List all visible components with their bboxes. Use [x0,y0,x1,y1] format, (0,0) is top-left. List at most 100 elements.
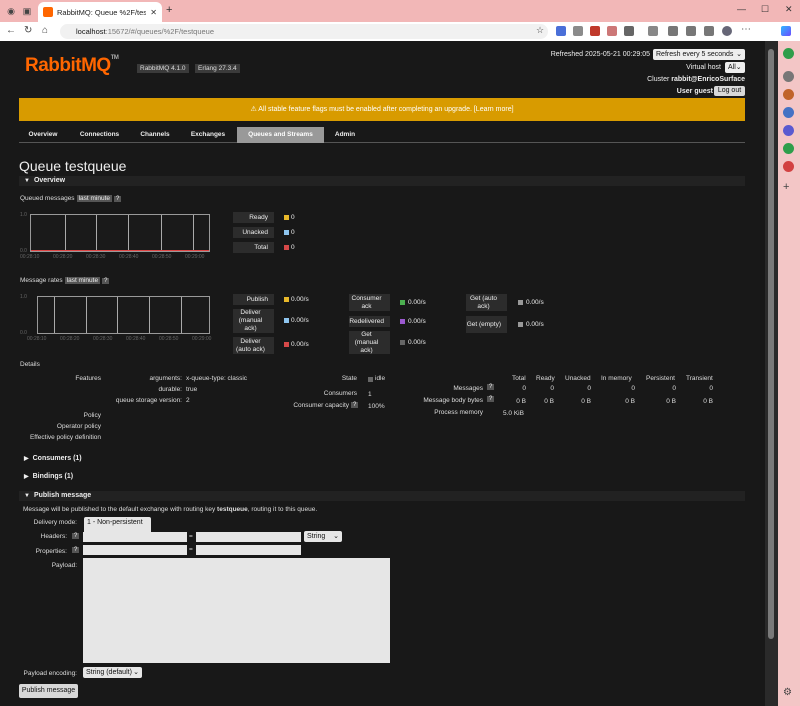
tab-exchanges[interactable]: Exchanges [183,127,233,143]
bytes-persistent: 0 B [666,398,676,405]
extension-icon[interactable] [573,26,583,36]
header-type-value: String [307,533,326,540]
legend-value-get-auto: 0.00/s [526,299,544,306]
legend-get-manual-ack[interactable]: Get (manual ack) [349,331,390,354]
rates-period-badge[interactable]: last minute [64,277,101,284]
capacity-help-button[interactable]: ? [351,402,359,408]
queued-period-badge[interactable]: last minute [76,195,112,202]
browser-toolbar: ← ↻ ⌂ localhost:15672/#/queues/%2F/testq… [0,22,800,41]
queued-help-button[interactable]: ? [114,196,122,202]
profile-icon[interactable]: ◉ [5,5,17,17]
back-icon[interactable]: ← [6,25,16,36]
browser-sidebar: + ⚙ [778,41,800,706]
games-icon[interactable] [783,125,794,136]
header-type-select[interactable]: String ⌄ [304,531,342,542]
avatar[interactable] [722,26,732,36]
minimize-icon[interactable]: — [737,4,746,14]
properties-help-button[interactable]: ? [72,547,80,553]
user-info: User guest [677,88,713,95]
settings-gear-icon[interactable]: ⚙ [783,687,792,698]
extension-icon[interactable] [556,26,566,36]
legend-ready[interactable]: Ready [233,212,274,223]
vhost-select[interactable]: All⌄ [725,62,745,73]
header-key-input[interactable] [83,532,187,542]
add-app-icon[interactable]: + [783,181,789,193]
home-icon[interactable]: ⌂ [42,25,48,36]
legend-unacked[interactable]: Unacked [233,227,274,238]
rabbitmq-favicon-icon [43,7,53,17]
tab-admin[interactable]: Admin [327,127,363,143]
refresh-interval-select[interactable]: Refresh every 5 seconds ⌄ [653,49,745,60]
rabbitmq-logo[interactable]: RabbitMQTM [25,55,119,77]
copilot-icon[interactable] [781,26,791,36]
legend-swatch [518,300,523,305]
legend-swatch [518,322,523,327]
spotify-icon[interactable] [783,143,794,154]
maximize-icon[interactable]: ☐ [761,4,769,15]
scrollbar-thumb[interactable] [768,49,774,639]
messages-label: Messages [453,385,483,392]
queued-messages-chart [30,214,210,252]
legend-publish[interactable]: Publish [233,294,274,305]
tools-icon[interactable] [783,107,794,118]
publish-description: Message will be published to the default… [23,506,317,513]
headers-help-button[interactable]: ? [72,533,80,539]
bytes-help-button[interactable]: ? [487,396,495,402]
legend-value-publish: 0.00/s [291,296,309,303]
address-bar[interactable]: localhost:15672/#/queues/%2F/testqueue [60,24,548,39]
search-icon[interactable] [783,71,794,82]
overview-section-header[interactable]: ▼ Overview [19,176,745,186]
publish-desc-post: , routing it to this queue. [247,506,318,513]
legend-redelivered[interactable]: Redelivered [349,316,390,327]
publish-desc-pre: Message will be published to the default… [23,506,218,513]
legend-consumer-ack[interactable]: Consumer ack [349,294,390,311]
app-icon[interactable] [783,161,794,172]
favorite-star-icon[interactable]: ☆ [536,25,544,36]
messages-help-button[interactable]: ? [487,384,495,390]
split-screen-icon[interactable] [648,26,658,36]
publish-message-button[interactable]: Publish message [19,684,78,698]
x-tick-label: 00:28:40 [119,254,139,260]
workspaces-icon[interactable]: ▣ [21,5,33,17]
new-tab-icon[interactable]: + [166,4,172,16]
whatsapp-icon[interactable] [783,48,794,59]
legend-get-empty[interactable]: Get (empty) [466,316,507,333]
header-value-input[interactable] [196,532,301,542]
tab-overview[interactable]: Overview [19,127,67,143]
legend-deliver-manual-ack[interactable]: Deliver (manual ack) [233,309,274,333]
shopping-icon[interactable] [783,89,794,100]
property-key-input[interactable] [83,545,187,555]
legend-get-auto-ack[interactable]: Get (auto ack) [466,294,507,311]
extension-icon[interactable] [624,26,634,36]
collections-icon[interactable] [686,26,696,36]
publish-section-header[interactable]: ▼ Publish message [19,491,745,501]
tab-queues-and-streams[interactable]: Queues and Streams [237,127,324,143]
delivery-mode-value: 1 - Non-persistent [87,519,143,526]
routing-key: testqueue [217,506,248,513]
page-scrollbar[interactable] [765,41,778,706]
legend-swatch [284,297,289,302]
legend-total[interactable]: Total [233,242,274,253]
payload-textarea[interactable] [83,558,390,663]
property-value-input[interactable] [196,545,301,555]
extension-icon[interactable] [590,26,600,36]
erlang-version-badge: Erlang 27.3.4 [195,64,240,73]
logout-button[interactable]: Log out [714,86,745,96]
tab-channels[interactable]: Channels [132,127,178,143]
close-window-icon[interactable]: ✕ [785,4,793,15]
browser-essentials-icon[interactable] [704,26,714,36]
rates-help-button[interactable]: ? [102,278,110,284]
reload-icon[interactable]: ↻ [24,25,32,36]
close-tab-icon[interactable]: ✕ [150,8,157,17]
storage-version-value: 2 [186,397,190,404]
browser-tab-active[interactable]: RabbitMQ: Queue %2F/testqueue ✕ [38,2,162,22]
consumers-section-header[interactable]: ▶ Consumers (1) [19,454,745,464]
more-menu-icon[interactable]: ⋯ [741,24,751,35]
favorites-icon[interactable] [668,26,678,36]
payload-encoding-select[interactable]: String (default) ⌄ [83,667,142,678]
extension-icon[interactable] [607,26,617,36]
tab-connections[interactable]: Connections [72,127,127,143]
bindings-section-header[interactable]: ▶ Bindings (1) [19,472,745,482]
feature-flags-warning[interactable]: ⚠ All stable feature flags must be enabl… [19,98,745,121]
legend-deliver-auto-ack[interactable]: Deliver (auto ack) [233,337,274,354]
